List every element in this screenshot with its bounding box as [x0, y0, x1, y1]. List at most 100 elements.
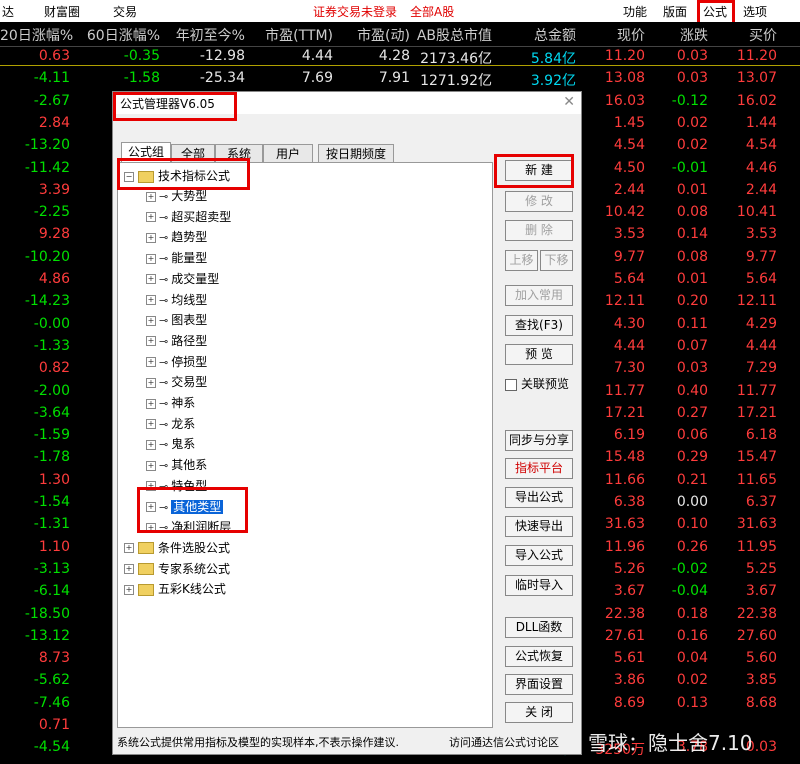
tree-item[interactable]: + ⊸ 特色型: [146, 477, 207, 497]
tree-item[interactable]: + ⊸ 其他类型: [146, 498, 224, 518]
menu-item-function[interactable]: 功能: [623, 3, 647, 20]
menu-item-trade[interactable]: 交易: [113, 3, 137, 20]
col-header-change[interactable]: 涨跌: [650, 25, 708, 45]
checkbox-icon[interactable]: [505, 378, 517, 391]
dialog-titlebar[interactable]: 公式管理器V6.05 ✕: [113, 92, 581, 114]
export-formula-button[interactable]: 导出公式: [505, 487, 573, 508]
quick-export-button[interactable]: 快速导出: [505, 516, 573, 537]
indicator-platform-button[interactable]: 指标平台: [505, 458, 573, 479]
preview-button[interactable]: 预 览: [505, 344, 573, 365]
tree-root-item[interactable]: + 条件选股公式: [124, 539, 230, 559]
expand-icon[interactable]: +: [146, 481, 156, 492]
move-down-button[interactable]: 下移: [540, 250, 573, 271]
tree-root-item[interactable]: + 五彩K线公式: [124, 580, 226, 600]
tree-item[interactable]: + ⊸ 停损型: [146, 353, 207, 373]
col-header-60d[interactable]: 60日涨幅%: [70, 25, 160, 45]
close-button[interactable]: 关 闭: [505, 702, 573, 723]
expand-icon[interactable]: +: [146, 191, 156, 202]
tree-item[interactable]: + ⊸ 交易型: [146, 373, 207, 393]
modify-button[interactable]: 修 改: [505, 191, 573, 212]
expand-icon[interactable]: +: [146, 377, 156, 388]
col-header-bid[interactable]: 买价: [715, 25, 777, 45]
table-cell: 0.03: [676, 70, 708, 87]
col-header-pe-ttm[interactable]: 市盈(TTM): [245, 25, 333, 45]
expand-icon[interactable]: +: [124, 564, 134, 575]
table-cell: 17.21: [736, 404, 777, 421]
expand-icon[interactable]: +: [146, 439, 156, 450]
find-button[interactable]: 查找(F3): [505, 315, 573, 336]
sync-share-button[interactable]: 同步与分享: [505, 430, 573, 451]
expand-icon[interactable]: +: [146, 357, 156, 368]
market-selector[interactable]: 全部A股: [410, 3, 454, 20]
tree-item[interactable]: + ⊸ 均线型: [146, 291, 207, 311]
expand-icon[interactable]: +: [146, 522, 156, 533]
expand-icon[interactable]: +: [146, 253, 156, 264]
expand-icon[interactable]: +: [146, 336, 156, 347]
menu-item-formula[interactable]: 公式: [703, 3, 727, 20]
close-icon[interactable]: ✕: [563, 94, 575, 110]
table-cell: 15.48: [604, 449, 645, 466]
tree-item[interactable]: + ⊸ 龙系: [146, 415, 195, 435]
new-button[interactable]: 新 建: [505, 160, 573, 181]
expand-icon[interactable]: +: [146, 460, 156, 471]
add-common-button[interactable]: 加入常用: [505, 285, 573, 306]
menu-item-options[interactable]: 选项: [743, 3, 767, 20]
expand-icon[interactable]: +: [146, 295, 156, 305]
delete-button[interactable]: 删 除: [505, 220, 573, 241]
tab-by-date-frequency[interactable]: 按日期频度: [318, 144, 394, 162]
tab-formula-group[interactable]: 公式组: [121, 142, 171, 162]
tree-item[interactable]: + ⊸ 成交量型: [146, 270, 219, 290]
tree-root-technical[interactable]: − 技术指标公式: [124, 167, 230, 187]
expand-icon[interactable]: +: [146, 315, 156, 326]
tree-item[interactable]: + ⊸ 其他系: [146, 456, 207, 476]
expand-icon[interactable]: +: [146, 419, 156, 430]
expand-icon[interactable]: +: [146, 212, 156, 223]
folder-icon: [138, 170, 154, 183]
menu-item-wealth-circle[interactable]: 财富圈: [44, 3, 80, 20]
table-row[interactable]: 0.63 -0.35 -12.98 4.44 4.28 2173.46亿 5.84亿 11.2…: [0, 46, 800, 68]
tree-item[interactable]: + ⊸ 能量型: [146, 249, 207, 269]
col-header-amount[interactable]: 总金额: [492, 25, 576, 45]
expand-icon[interactable]: +: [124, 584, 134, 595]
dll-function-button[interactable]: DLL函数: [505, 617, 573, 638]
col-header-ab-cap[interactable]: AB股总市值: [410, 25, 492, 45]
expand-icon[interactable]: +: [146, 502, 156, 512]
expand-icon[interactable]: +: [146, 398, 156, 409]
tree-item[interactable]: + ⊸ 神系: [146, 394, 195, 414]
table-cell: 4.54: [613, 137, 645, 154]
tree-item[interactable]: + ⊸ 路径型: [146, 332, 207, 352]
table-cell: 8.69: [613, 694, 645, 711]
forum-link[interactable]: 访问通达信公式讨论区: [449, 734, 559, 750]
collapse-icon[interactable]: −: [124, 171, 134, 182]
tab-all[interactable]: 全部: [171, 144, 215, 162]
move-up-button[interactable]: 上移: [505, 250, 538, 271]
import-formula-button[interactable]: 导入公式: [505, 545, 573, 566]
tree-item-label: 神系: [171, 396, 196, 410]
expand-icon[interactable]: +: [146, 274, 156, 285]
ui-settings-button[interactable]: 界面设置: [505, 674, 573, 695]
tree-item[interactable]: + ⊸ 鬼系: [146, 435, 195, 455]
menu-item-tdx[interactable]: 达: [2, 3, 14, 20]
col-header-20d[interactable]: 20日涨幅%: [0, 25, 73, 45]
tree-root-item[interactable]: + 专家系统公式: [124, 560, 230, 580]
formula-restore-button[interactable]: 公式恢复: [505, 646, 573, 667]
col-header-ytd[interactable]: 年初至今%: [160, 25, 245, 45]
table-row[interactable]: -4.11 -1.58 -25.34 7.69 7.91 1271.92亿 3.92亿 13.…: [0, 68, 800, 90]
tree-item[interactable]: + ⊸ 大势型: [146, 187, 207, 207]
table-cell: -13.20: [24, 137, 70, 154]
col-header-price[interactable]: 现价: [580, 25, 645, 45]
expand-icon[interactable]: +: [124, 543, 134, 554]
menu-item-layout[interactable]: 版面: [663, 3, 687, 20]
tab-system[interactable]: 系统: [215, 144, 263, 162]
login-warning[interactable]: 证券交易未登录: [313, 3, 397, 20]
col-header-pe-dyn[interactable]: 市盈(动): [333, 25, 410, 45]
tree-item[interactable]: + ⊸ 净利润断层: [146, 518, 231, 538]
tree-item[interactable]: + ⊸ 趋势型: [146, 228, 207, 248]
tree-item[interactable]: + ⊸ 图表型: [146, 311, 207, 331]
formula-tree[interactable]: − 技术指标公式 + ⊸ 大势型 + ⊸ 超买超卖型 + ⊸ 趋势型 + ⊸ 能量型 + ⊸ 成交量型 + ⊸ 均线…: [117, 162, 493, 728]
tab-user[interactable]: 用户: [263, 144, 313, 162]
tree-item[interactable]: + ⊸ 超买超卖型: [146, 208, 231, 228]
expand-icon[interactable]: +: [146, 232, 156, 243]
linked-preview-checkbox[interactable]: 关联预览: [505, 375, 569, 392]
temp-import-button[interactable]: 临时导入: [505, 575, 573, 596]
